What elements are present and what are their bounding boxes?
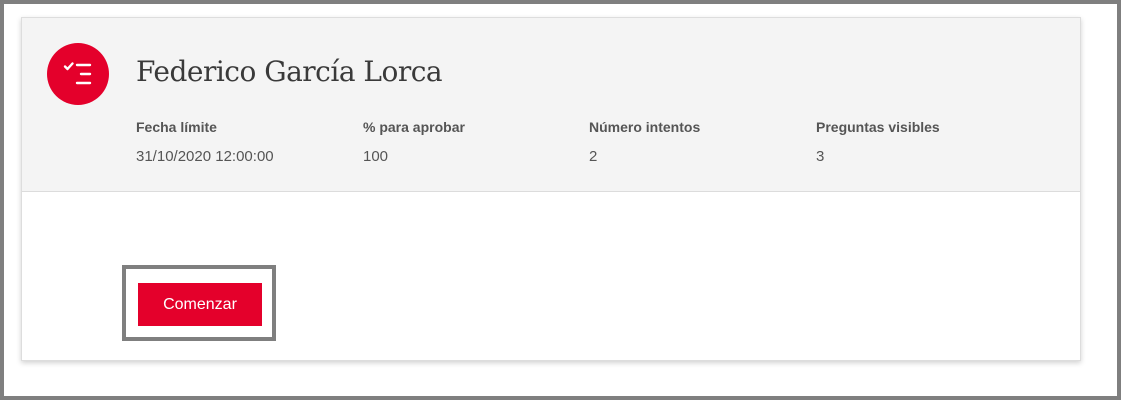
visible-questions-value: 3 bbox=[816, 148, 825, 165]
start-button[interactable]: Comenzar bbox=[138, 283, 262, 326]
visible-questions-detail: Preguntas visibles 3 bbox=[816, 119, 940, 165]
quiz-header: Federico García Lorca Fecha límite 31/10… bbox=[22, 18, 1080, 192]
deadline-label: Fecha límite bbox=[136, 119, 217, 135]
pass-percentage-value: 100 bbox=[363, 148, 389, 165]
attempts-detail: Número intentos 2 bbox=[589, 119, 700, 165]
pass-percentage-label: % para aprobar bbox=[363, 119, 465, 135]
checklist-icon bbox=[47, 43, 109, 105]
pass-percentage-detail: % para aprobar 100 bbox=[363, 119, 465, 165]
deadline-value: 31/10/2020 12:00:00 bbox=[136, 148, 274, 165]
attempts-value: 2 bbox=[589, 148, 598, 165]
deadline-detail: Fecha límite 31/10/2020 12:00:00 bbox=[136, 119, 274, 165]
attempts-label: Número intentos bbox=[589, 119, 701, 135]
visible-questions-label: Preguntas visibles bbox=[816, 119, 940, 135]
quiz-title: Federico García Lorca bbox=[136, 55, 443, 88]
